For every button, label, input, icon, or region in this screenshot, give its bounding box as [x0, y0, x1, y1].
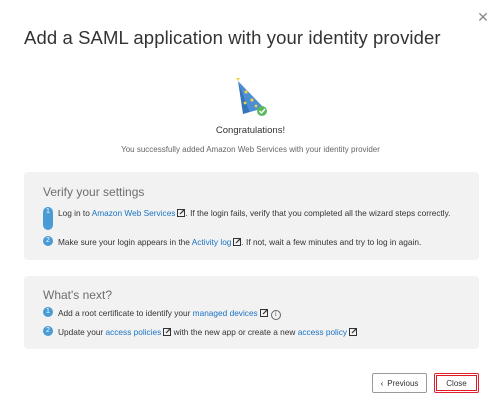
- verify-settings-panel: Verify your settings 1 Log in to Amazon …: [24, 172, 479, 260]
- party-hat-icon: [236, 78, 267, 116]
- access-policy-link[interactable]: access policy: [298, 327, 347, 337]
- verify-title: Verify your settings: [43, 185, 145, 199]
- whats-next-panel: What's next? 1 Add a root certificate to…: [24, 276, 479, 349]
- access-policies-link[interactable]: access policies: [106, 327, 162, 337]
- verify-step-2: 2 Make sure your login appears in the Ac…: [43, 236, 459, 248]
- next-step-2: 2 Update your access policies with the n…: [43, 326, 459, 338]
- step-text: Add a root certificate to identify your …: [58, 307, 459, 320]
- previous-label: Previous: [387, 379, 419, 388]
- next-step-1: 1 Add a root certificate to identify you…: [43, 307, 459, 320]
- verify-step-1: 1 Log in to Amazon Web Services. If the …: [43, 207, 459, 230]
- step-text: Log in to Amazon Web Services. If the lo…: [58, 208, 451, 218]
- step-text: Update your access policies with the new…: [58, 326, 459, 338]
- close-button[interactable]: Close: [434, 373, 479, 393]
- info-icon[interactable]: i: [270, 310, 281, 320]
- congrats-heading: Congratulations!: [215, 125, 286, 136]
- step-text: Make sure your login appears in the Acti…: [58, 237, 422, 247]
- external-link-icon[interactable]: [259, 309, 268, 317]
- aws-link[interactable]: Amazon Web Services: [92, 208, 176, 218]
- step-number: 2: [43, 326, 53, 336]
- previous-button[interactable]: ‹ Previous: [372, 373, 427, 393]
- close-icon[interactable]: ✕: [476, 10, 490, 24]
- chevron-left-icon: ‹: [380, 379, 384, 388]
- step-number: 1: [43, 207, 53, 230]
- dialog-title: Add a SAML application with your identit…: [24, 27, 441, 48]
- external-link-icon[interactable]: [349, 328, 358, 336]
- step-number: 1: [43, 307, 53, 317]
- next-title: What's next?: [43, 288, 112, 302]
- activity-log-link[interactable]: Activity log: [192, 237, 232, 247]
- step-number: 2: [43, 236, 53, 246]
- managed-devices-link[interactable]: managed devices: [193, 308, 258, 318]
- success-message: You successfully added Amazon Web Servic…: [121, 145, 380, 154]
